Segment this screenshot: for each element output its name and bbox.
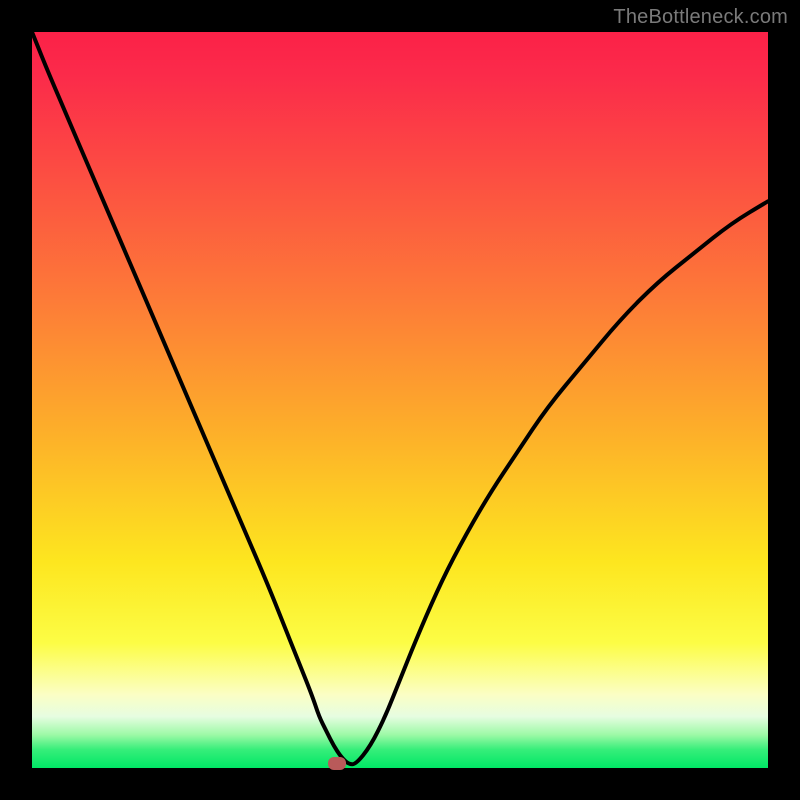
chart-frame: TheBottleneck.com [0,0,800,800]
bottleneck-curve [32,32,768,768]
curve-path [32,32,768,764]
watermark-text: TheBottleneck.com [613,6,788,29]
plot-area [32,32,768,768]
min-point-marker [328,757,346,770]
